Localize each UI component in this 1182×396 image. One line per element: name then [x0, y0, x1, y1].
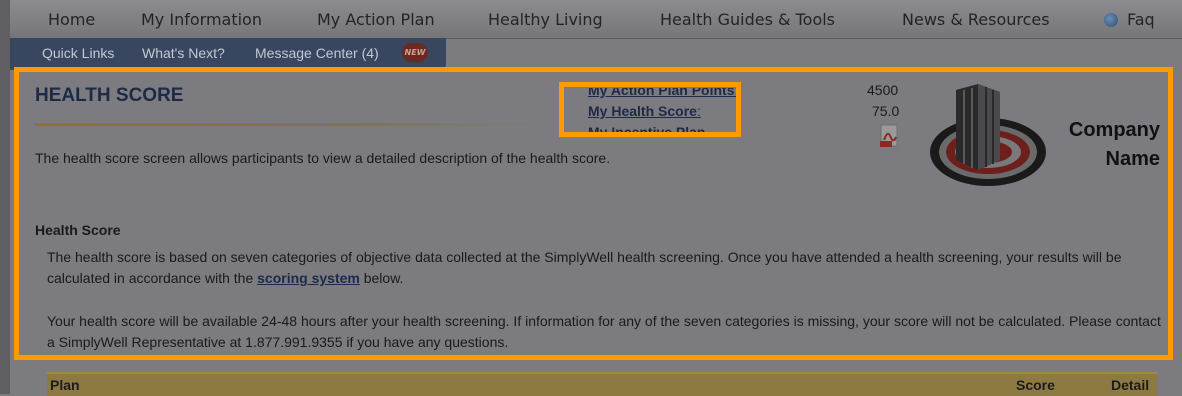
- left-edge-bar: [0, 0, 10, 394]
- subnav-message-center[interactable]: Message Center (4): [255, 45, 379, 61]
- top-navigation: Home My Information My Action Plan Healt…: [10, 0, 1182, 39]
- nav-my-information[interactable]: My Information: [141, 10, 262, 29]
- column-score: Score: [1016, 377, 1055, 393]
- nav-news-resources[interactable]: News & Resources: [902, 10, 1050, 29]
- column-detail: Detail: [1111, 377, 1150, 393]
- subnav-whats-next[interactable]: What's Next?: [142, 45, 225, 61]
- nav-faq[interactable]: Faq: [1127, 10, 1155, 29]
- health-score-highlight-box: [559, 82, 741, 137]
- new-badge: NEW: [402, 43, 428, 62]
- sub-navigation: Quick Links What's Next? Message Center …: [10, 38, 446, 70]
- table-header: Plan Score Detail: [47, 372, 1157, 396]
- globe-icon: [1104, 13, 1118, 27]
- nav-home[interactable]: Home: [48, 10, 95, 29]
- column-plan: Plan: [50, 377, 80, 393]
- nav-healthy-living[interactable]: Healthy Living: [488, 10, 603, 29]
- subnav-quick-links[interactable]: Quick Links: [42, 45, 114, 61]
- nav-my-action-plan[interactable]: My Action Plan: [317, 10, 435, 29]
- nav-health-guides-tools[interactable]: Health Guides & Tools: [660, 10, 835, 29]
